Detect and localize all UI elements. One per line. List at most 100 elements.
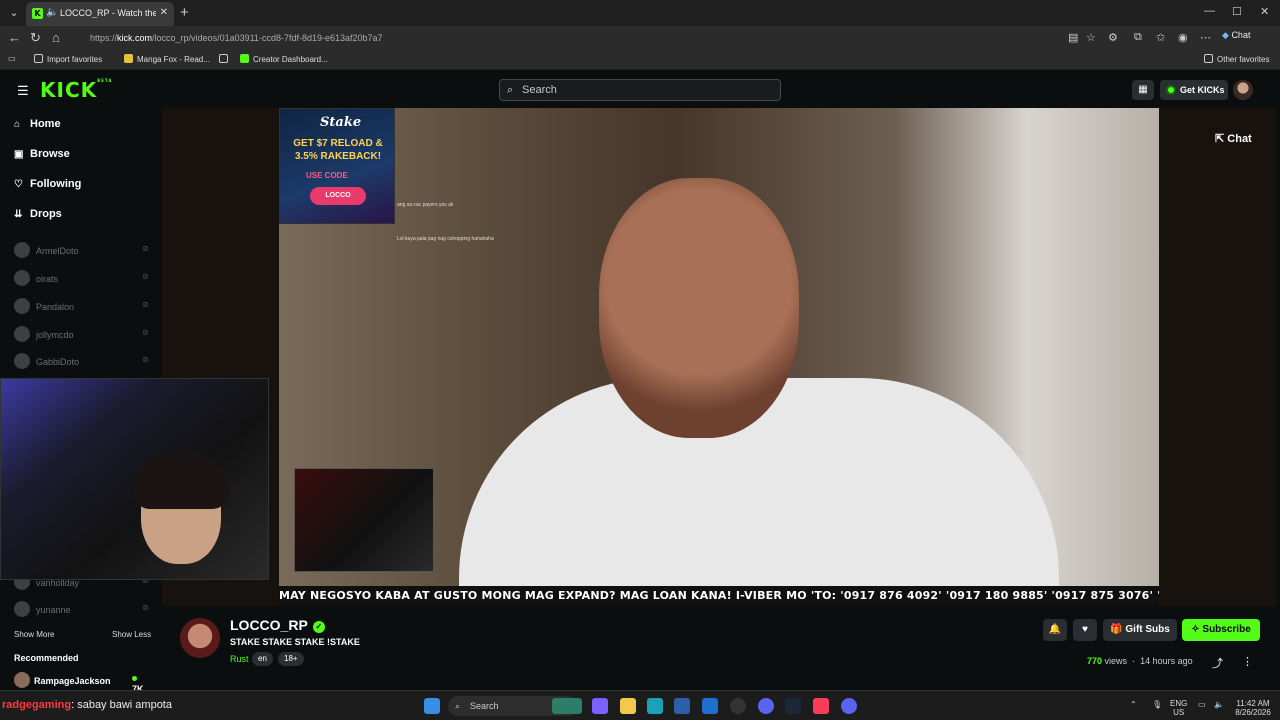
search-icon: ⌕ (507, 84, 514, 96)
bookmark-manga-fox[interactable]: Manga Fox - Read... (124, 54, 210, 64)
discord-alt-icon[interactable] (841, 698, 857, 714)
more-menu-icon[interactable]: ⋯ (1200, 31, 1211, 44)
music-icon[interactable] (813, 698, 829, 714)
chat-overlay-line: Lol kaya pala pag nag cshopping hahahaha (397, 236, 494, 242)
chat-toggle-button[interactable]: ⇱ Chat (1215, 132, 1252, 145)
obs-icon[interactable] (730, 698, 746, 714)
home-icon[interactable]: ⌂ (52, 30, 60, 45)
discord-icon[interactable] (758, 698, 774, 714)
steam-icon[interactable] (785, 698, 801, 714)
bookmark-creator-dashboard[interactable]: Creator Dashboard... (240, 54, 328, 64)
bookmark-page-icon[interactable] (219, 54, 232, 64)
browser-tab-active[interactable]: K 🔈 LOCCO_RP - Watch the VOD o ✕ (26, 2, 174, 26)
notifications-button[interactable]: 🔔 (1043, 619, 1067, 641)
favorite-star-icon[interactable]: ☆ (1086, 31, 1096, 44)
star-icon: ✧ (1191, 624, 1200, 635)
user-avatar[interactable] (1233, 80, 1253, 100)
show-less-link[interactable]: Show Less (112, 630, 151, 639)
offline-icon: ⊘ (142, 355, 149, 364)
category-link[interactable]: Rust (230, 654, 249, 664)
back-icon[interactable]: ← (8, 30, 21, 45)
copilot-chat-button[interactable]: ◆ Chat (1222, 30, 1250, 41)
followed-channel[interactable]: jollymcdo ⊘ (14, 326, 149, 342)
speaker-icon[interactable]: 🔈 (46, 7, 58, 18)
display-icon[interactable]: ▭ (1198, 700, 1206, 709)
avatar (14, 672, 30, 688)
edge-icon[interactable] (647, 698, 663, 714)
favorites-icon[interactable]: ✩ (1156, 31, 1165, 44)
file-explorer-icon[interactable] (620, 698, 636, 714)
home-icon: ⌂ (14, 119, 21, 130)
url-field[interactable]: https://kick.com/locco_rp/videos/01a0391… (72, 29, 1082, 47)
search-input[interactable]: ⌕ Search (499, 79, 781, 101)
avatar (14, 270, 30, 286)
kick-logo[interactable]: KICKBETA (40, 78, 112, 102)
browse-icon: ▣ (14, 149, 24, 160)
sidebar-item-drops[interactable]: ⇊ Drops (14, 208, 62, 220)
other-favorites[interactable]: Other favorites (1204, 54, 1269, 64)
offline-icon: ⊘ (142, 244, 149, 253)
followed-channel[interactable]: GabbiDoto ⊘ (14, 353, 149, 369)
clock[interactable]: 11:42 AM 8/26/2026 (1230, 699, 1276, 717)
sidebar-item-home[interactable]: ⌂ Home (14, 118, 61, 130)
layout-toggle-button[interactable]: ▦ (1132, 80, 1154, 100)
outlook-icon[interactable] (702, 698, 718, 714)
maximize-icon[interactable]: ☐ (1232, 5, 1242, 18)
floating-webcam (0, 378, 269, 580)
get-kicks-button[interactable]: Get KICKs (1160, 80, 1228, 100)
bookmarks-toggle-icon[interactable]: ▭ (8, 54, 16, 63)
sidebar-item-following[interactable]: ♡ Following (14, 178, 81, 190)
offline-icon: ⊘ (142, 603, 149, 612)
followed-channel[interactable]: yunanne ⊘ (14, 601, 149, 617)
kick-favicon-icon: K (32, 8, 43, 19)
reader-icon[interactable]: ▤ (1068, 31, 1078, 44)
bookmark-import[interactable]: Import favorites (34, 54, 102, 64)
offline-icon: ⊘ (142, 328, 149, 337)
avatar (14, 242, 30, 258)
followed-channel[interactable]: oirats ⊘ (14, 270, 149, 286)
subscribe-button[interactable]: ✧ Subscribe (1182, 619, 1260, 641)
stream-title: STAKE STAKE STAKE !STAKE (230, 637, 360, 647)
more-options-icon[interactable]: ⋮ (1242, 655, 1253, 668)
kicks-coin-icon (1166, 85, 1176, 95)
copilot-icon: ◆ (1222, 30, 1229, 40)
volume-icon[interactable]: 🔈 (1214, 700, 1224, 709)
verified-badge-icon: ✓ (312, 621, 325, 633)
channel-avatar[interactable] (180, 618, 220, 658)
menu-icon[interactable]: ☰ (17, 83, 29, 99)
widgets-icon[interactable] (552, 698, 582, 714)
channel-name[interactable]: LOCCO_RP ✓ (230, 617, 325, 633)
windows-start-icon[interactable] (424, 698, 440, 714)
copilot-icon[interactable] (592, 698, 608, 714)
page-icon (219, 54, 228, 63)
collections-icon[interactable]: ⧉ (1134, 31, 1142, 44)
new-tab-icon[interactable]: + (180, 4, 189, 21)
windows-taskbar: radgegaming: sabay bawi ampota ⌕ Search ⌃… (0, 690, 1280, 720)
gift-subs-button[interactable]: 🎁 Gift Subs (1103, 619, 1177, 641)
tag-language[interactable]: en (252, 652, 273, 666)
kick-bookmark-icon (240, 54, 249, 63)
window-close-icon[interactable]: ✕ (1260, 5, 1269, 18)
sidebar-item-browse[interactable]: ▣ Browse (14, 148, 70, 160)
store-icon[interactable] (674, 698, 690, 714)
refresh-icon[interactable]: ↻ (30, 30, 41, 46)
follow-button[interactable]: ♥ (1073, 619, 1097, 641)
followed-channel[interactable]: ArmelDoto ⊘ (14, 242, 149, 258)
extensions-icon[interactable]: ⚙ (1108, 31, 1118, 44)
tab-list-chevron-icon[interactable]: ⌄ (6, 5, 22, 21)
tray-chevron-icon[interactable]: ⌃ (1130, 700, 1137, 709)
followed-channel[interactable]: Pandalon ⊘ (14, 298, 149, 314)
recommended-channel[interactable]: RampageJackson 7K (14, 672, 144, 694)
profile-icon[interactable]: ◉ (1178, 31, 1188, 44)
tab-close-icon[interactable]: ✕ (160, 7, 168, 18)
microphone-icon[interactable]: 🎙 (1152, 700, 1162, 709)
bookmarks-bar: ▭ Import favorites Manga Fox - Read... C… (0, 50, 1280, 70)
show-more-link[interactable]: Show More (14, 630, 54, 639)
language-indicator[interactable]: ENG US (1170, 699, 1187, 717)
share-icon[interactable]: ⤴ (1212, 655, 1223, 671)
webcam-hair (133, 451, 229, 509)
video-player[interactable]: Stake GET $7 RELOAD & 3.5% RAKEBACK! USE… (162, 108, 1276, 606)
avatar (14, 353, 30, 369)
tag-mature[interactable]: 18+ (278, 652, 304, 666)
minimize-icon[interactable]: — (1204, 5, 1215, 17)
